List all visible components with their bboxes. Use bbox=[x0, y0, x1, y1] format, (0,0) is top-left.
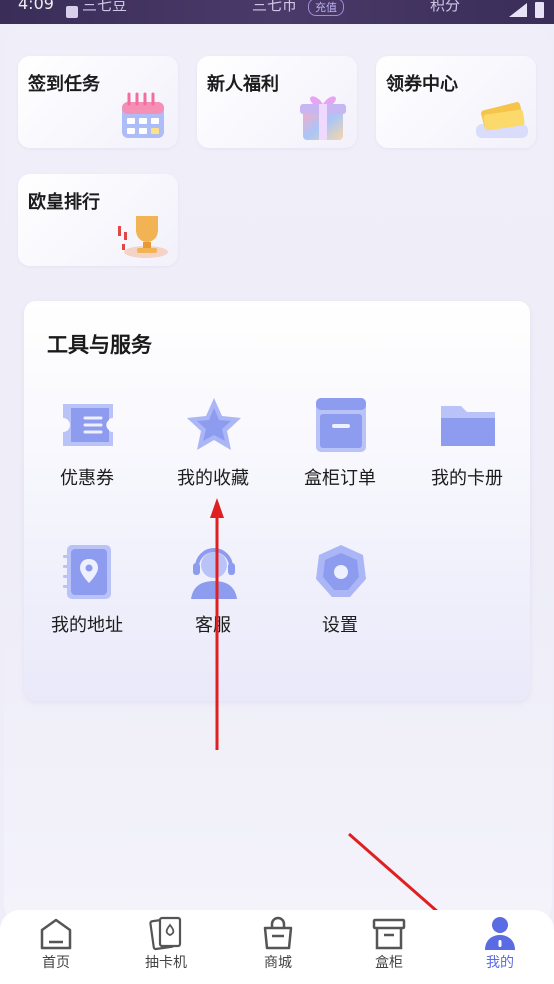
tool-label: 设置 bbox=[322, 615, 358, 636]
profile-icon bbox=[485, 917, 515, 950]
tool-cabinet-orders[interactable]: 盒柜订单 bbox=[277, 394, 403, 504]
nav-box-cabinet[interactable]: 盒柜 bbox=[344, 910, 434, 984]
coupon-stack-icon bbox=[476, 102, 528, 138]
nav-card-machine[interactable]: 抽卡机 bbox=[121, 910, 211, 984]
settings-icon bbox=[316, 545, 366, 597]
quick-card-checkin[interactable]: 签到任务 bbox=[18, 56, 178, 148]
location-book-icon bbox=[63, 545, 111, 599]
cabinet-icon bbox=[316, 398, 366, 452]
header-coins-label: 三七币 bbox=[252, 0, 298, 14]
nav-label: 盒柜 bbox=[375, 955, 403, 971]
shopping-bag-icon bbox=[263, 916, 293, 950]
tools-services-panel: 工具与服务 优惠券 我的收藏 盒柜订单 我的卡册 我的地址 客服 设置 bbox=[24, 301, 530, 701]
folder-icon bbox=[441, 406, 495, 446]
nav-label: 首页 bbox=[42, 955, 70, 971]
status-bar: 4:09 三七豆 三七币 充值 积分 bbox=[0, 0, 554, 24]
nav-mine[interactable]: 我的 bbox=[455, 910, 545, 984]
notification-icon bbox=[66, 6, 78, 18]
tool-address[interactable]: 我的地址 bbox=[24, 541, 150, 651]
star-icon bbox=[187, 398, 241, 450]
trophy-icon bbox=[118, 216, 168, 258]
home-icon bbox=[40, 918, 72, 950]
tool-customer-service[interactable]: 客服 bbox=[150, 541, 276, 651]
nav-label: 我的 bbox=[486, 955, 514, 971]
tools-title: 工具与服务 bbox=[47, 333, 152, 357]
bottom-nav: 首页 抽卡机 商城 盒柜 我的 bbox=[0, 910, 554, 984]
ticket-icon bbox=[63, 404, 113, 446]
battery-icon bbox=[535, 2, 544, 18]
quick-card-coupon-center[interactable]: 领券中心 bbox=[376, 56, 536, 148]
tool-settings[interactable]: 设置 bbox=[277, 541, 403, 651]
tool-label: 我的卡册 bbox=[431, 468, 503, 489]
calendar-icon bbox=[122, 92, 164, 138]
tool-label: 盒柜订单 bbox=[304, 468, 376, 489]
header-points-label: 积分 bbox=[430, 0, 461, 14]
tool-card-album[interactable]: 我的卡册 bbox=[404, 394, 530, 504]
tool-coupons[interactable]: 优惠券 bbox=[24, 394, 150, 504]
quick-card-newbie[interactable]: 新人福利 bbox=[197, 56, 357, 148]
nav-mall[interactable]: 商城 bbox=[233, 910, 323, 984]
box-icon bbox=[372, 918, 406, 950]
quick-card-label: 新人福利 bbox=[207, 74, 279, 95]
cards-icon bbox=[149, 916, 182, 951]
tool-label: 我的地址 bbox=[51, 615, 123, 636]
nav-label: 抽卡机 bbox=[145, 955, 187, 971]
quick-card-ranking[interactable]: 欧皇排行 bbox=[18, 174, 178, 266]
system-icons bbox=[509, 2, 544, 18]
signal-icon bbox=[509, 3, 527, 17]
tool-label: 优惠券 bbox=[60, 468, 114, 489]
recharge-badge[interactable]: 充值 bbox=[308, 0, 344, 16]
header-beans-label: 三七豆 bbox=[82, 0, 128, 14]
quick-card-label: 欧皇排行 bbox=[28, 192, 100, 213]
headset-agent-icon bbox=[191, 548, 237, 599]
tool-label: 客服 bbox=[195, 615, 231, 636]
tool-favorites[interactable]: 我的收藏 bbox=[150, 394, 276, 504]
quick-card-label: 签到任务 bbox=[28, 74, 100, 95]
status-time: 4:09 bbox=[18, 0, 54, 13]
nav-label: 商城 bbox=[264, 955, 292, 971]
gift-box-icon bbox=[300, 96, 346, 140]
quick-card-label: 领券中心 bbox=[386, 74, 458, 95]
tool-label: 我的收藏 bbox=[177, 468, 249, 489]
nav-home[interactable]: 首页 bbox=[11, 910, 101, 984]
